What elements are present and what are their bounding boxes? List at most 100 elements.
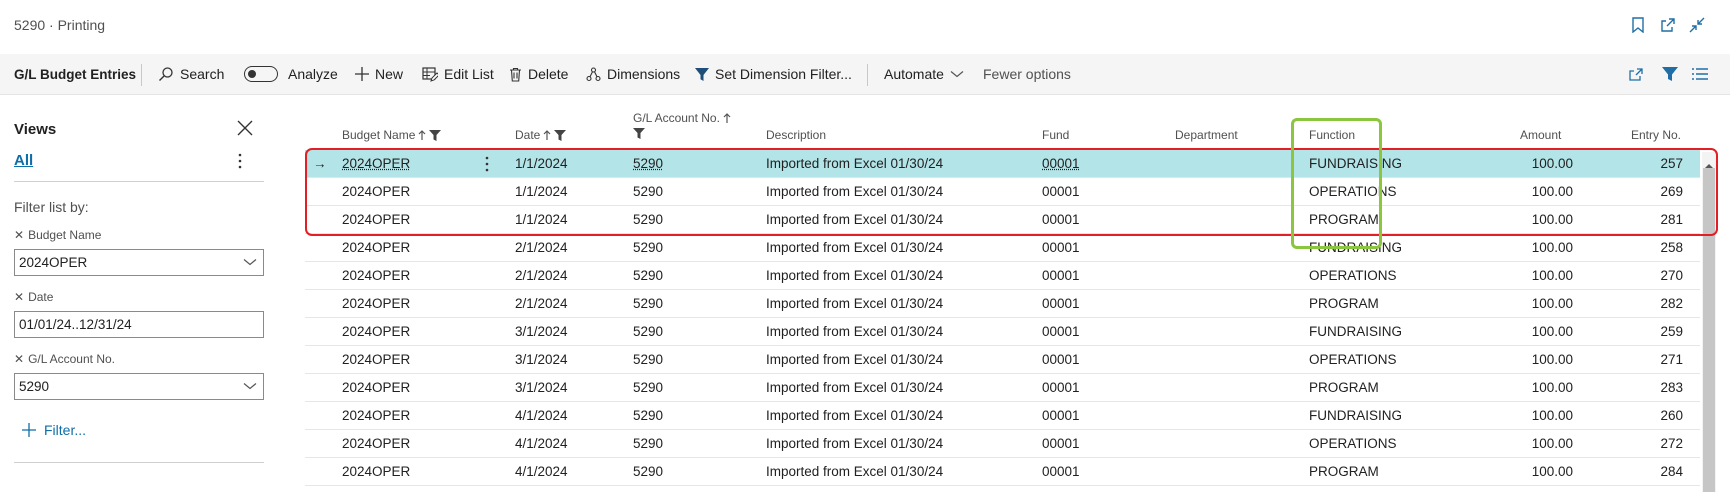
cell-fund[interactable]: 00001 [1042, 324, 1080, 339]
share-button[interactable] [1628, 54, 1650, 94]
column-header-entry-no[interactable]: Entry No. [1631, 128, 1681, 142]
cell-budget[interactable]: 2024OPER [342, 464, 410, 479]
cell-budget[interactable]: 2024OPER [342, 296, 410, 311]
cell-function: OPERATIONS [1309, 352, 1397, 367]
list-view-button[interactable] [1692, 54, 1714, 94]
header-label: Budget Name [342, 128, 416, 142]
search-button[interactable]: Search [158, 54, 224, 94]
budget-name-filter-field[interactable]: 2024OPER [14, 249, 264, 276]
cell-budget[interactable]: 2024OPER [342, 240, 410, 255]
column-header-amount[interactable]: Amount [1520, 128, 1561, 142]
cell-account[interactable]: 5290 [633, 352, 663, 367]
cell-amount: 100.00 [1531, 464, 1573, 479]
chevron-down-icon [950, 71, 964, 78]
column-header-gl-account[interactable]: G/L Account No. [633, 111, 731, 125]
bookmark-icon[interactable] [1627, 14, 1649, 36]
open-new-window-icon[interactable] [1657, 14, 1679, 36]
new-button[interactable]: New [355, 54, 403, 94]
cell-account[interactable]: 5290 [633, 380, 663, 395]
close-icon[interactable] [236, 119, 254, 142]
edit-list-button[interactable]: Edit List [422, 54, 494, 94]
collapse-icon[interactable] [1686, 14, 1708, 36]
column-header-budget-name[interactable]: Budget Name [342, 128, 442, 142]
cell-entry: 284 [1660, 464, 1683, 479]
filter-label-date[interactable]: ✕ Date [14, 290, 53, 304]
table-row[interactable]: 2024OPER 3/1/2024 5290 Imported from Excel … [305, 318, 1700, 346]
search-label: Search [180, 66, 225, 82]
cell-account[interactable]: 5290 [633, 324, 663, 339]
cell-account[interactable]: 5290 [633, 296, 663, 311]
views-title: Views [14, 121, 57, 138]
column-filter-gl-account[interactable] [633, 128, 645, 139]
view-all-link[interactable]: All [14, 152, 33, 169]
cell-amount: 100.00 [1531, 240, 1573, 255]
filter-label-gl-account[interactable]: ✕ G/L Account No. [14, 352, 115, 366]
fewer-options-button[interactable]: Fewer options [983, 54, 1071, 94]
new-label: New [375, 66, 404, 82]
cell-fund[interactable]: 00001 [1042, 464, 1080, 479]
cell-entry: 282 [1660, 296, 1683, 311]
filter-icon [1662, 67, 1678, 81]
cell-fund[interactable]: 00001 [1042, 436, 1080, 451]
table-row[interactable]: 2024OPER 2/1/2024 5290 Imported from Excel … [305, 234, 1700, 262]
more-options-icon[interactable] [238, 153, 242, 174]
table-row[interactable]: 2024OPER 3/1/2024 5290 Imported from Excel … [305, 374, 1700, 402]
cell-account[interactable]: 5290 [633, 408, 663, 423]
cell-fund[interactable]: 00001 [1042, 296, 1080, 311]
column-header-description[interactable]: Description [766, 128, 826, 142]
cell-function: FUNDRAISING [1309, 324, 1403, 339]
cell-budget[interactable]: 2024OPER [342, 436, 410, 451]
table-row[interactable]: 2024OPER 4/1/2024 5290 Imported from Excel … [305, 458, 1700, 486]
cell-date: 2/1/2024 [515, 296, 568, 311]
toggle-switch[interactable] [244, 66, 278, 82]
cell-budget[interactable]: 2024OPER [342, 324, 410, 339]
remove-filter-icon[interactable]: ✕ [14, 290, 24, 304]
cell-budget[interactable]: 2024OPER [342, 408, 410, 423]
cell-date: 4/1/2024 [515, 436, 568, 451]
cell-account[interactable]: 5290 [633, 436, 663, 451]
table-row[interactable]: 2024OPER 2/1/2024 5290 Imported from Excel … [305, 262, 1700, 290]
column-header-department[interactable]: Department [1175, 128, 1238, 142]
table-row[interactable]: 2024OPER 3/1/2024 5290 Imported from Excel … [305, 346, 1700, 374]
chevron-down-icon [243, 383, 257, 390]
plus-icon [22, 423, 36, 437]
filter-label-budget-name[interactable]: ✕ Budget Name [14, 228, 101, 242]
divider [14, 181, 264, 182]
cell-account[interactable]: 5290 [633, 268, 663, 283]
plus-icon [355, 67, 369, 81]
filter-icon [695, 67, 709, 81]
sort-ascending-icon [418, 129, 426, 140]
cell-fund[interactable]: 00001 [1042, 352, 1080, 367]
cell-amount: 100.00 [1531, 380, 1573, 395]
delete-button[interactable]: Delete [509, 54, 568, 94]
dimensions-button[interactable]: Dimensions [586, 54, 680, 94]
automate-menu[interactable]: Automate [884, 54, 970, 94]
cell-entry: 260 [1660, 408, 1683, 423]
table-row[interactable]: 2024OPER 4/1/2024 5290 Imported from Excel … [305, 402, 1700, 430]
cell-fund[interactable]: 00001 [1042, 240, 1080, 255]
table-row[interactable]: 2024OPER 2/1/2024 5290 Imported from Excel … [305, 290, 1700, 318]
add-filter-button[interactable]: Filter... [22, 422, 86, 438]
cell-account[interactable]: 5290 [633, 464, 663, 479]
cell-budget[interactable]: 2024OPER [342, 380, 410, 395]
filter-pane-button[interactable] [1662, 54, 1684, 94]
remove-filter-icon[interactable]: ✕ [14, 352, 24, 366]
cell-account[interactable]: 5290 [633, 240, 663, 255]
cell-fund[interactable]: 00001 [1042, 380, 1080, 395]
cell-amount: 100.00 [1531, 268, 1573, 283]
set-dimension-filter-button[interactable]: Set Dimension Filter... [695, 54, 852, 94]
cell-description: Imported from Excel 01/30/24 [766, 240, 944, 255]
cell-budget[interactable]: 2024OPER [342, 268, 410, 283]
column-header-date[interactable]: Date [515, 128, 567, 142]
cell-fund[interactable]: 00001 [1042, 268, 1080, 283]
date-filter-field[interactable]: 01/01/24..12/31/24 [14, 311, 264, 338]
cell-fund[interactable]: 00001 [1042, 408, 1080, 423]
cell-description: Imported from Excel 01/30/24 [766, 436, 944, 451]
analyze-toggle[interactable]: Analyze [244, 54, 338, 94]
column-header-fund[interactable]: Fund [1042, 128, 1069, 142]
cell-date: 4/1/2024 [515, 408, 568, 423]
table-row[interactable]: 2024OPER 4/1/2024 5290 Imported from Excel … [305, 430, 1700, 458]
remove-filter-icon[interactable]: ✕ [14, 228, 24, 242]
gl-account-filter-field[interactable]: 5290 [14, 373, 264, 400]
cell-budget[interactable]: 2024OPER [342, 352, 410, 367]
